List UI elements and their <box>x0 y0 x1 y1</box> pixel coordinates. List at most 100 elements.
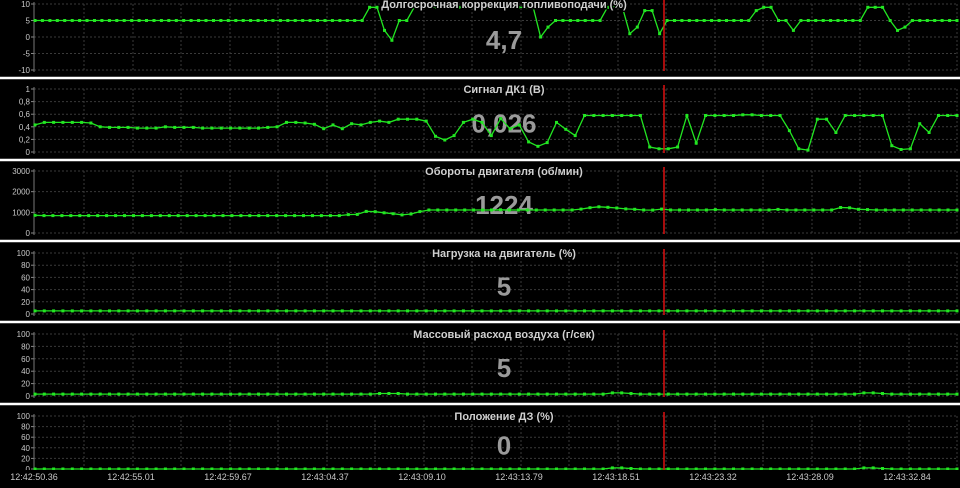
data-point <box>784 19 788 22</box>
data-point <box>182 19 186 22</box>
current-value-readout: 4,7 <box>486 25 522 55</box>
data-point <box>908 392 912 396</box>
data-point <box>42 392 46 396</box>
data-point <box>821 19 825 22</box>
data-point <box>499 208 502 212</box>
data-point <box>579 207 583 211</box>
data-point <box>507 208 511 212</box>
data-point <box>312 122 316 126</box>
data-point <box>266 214 270 218</box>
x-tick-label: 12:43:23.32 <box>689 472 737 482</box>
data-point <box>815 309 819 313</box>
data-point <box>740 208 744 212</box>
data-point <box>694 141 698 145</box>
data-point <box>858 19 862 22</box>
y-tick-label: 5 <box>26 17 31 26</box>
data-point <box>851 19 855 22</box>
data-point <box>85 19 89 22</box>
data-point <box>80 120 84 124</box>
data-point <box>839 206 843 209</box>
data-point <box>862 391 866 395</box>
data-point <box>812 208 816 212</box>
data-point <box>117 392 121 396</box>
data-point <box>918 392 922 396</box>
data-point <box>173 125 177 129</box>
data-point <box>61 120 65 124</box>
data-point <box>666 309 670 313</box>
data-point <box>257 126 260 130</box>
data-point <box>676 309 680 313</box>
data-point <box>130 19 134 22</box>
y-tick-label: 100 <box>17 249 31 258</box>
data-point <box>375 5 379 9</box>
data-point <box>80 392 84 396</box>
data-point <box>928 208 932 212</box>
data-point <box>87 214 91 218</box>
data-point <box>391 212 395 216</box>
data-point <box>508 127 512 131</box>
data-point <box>583 114 586 117</box>
data-point <box>149 214 153 218</box>
data-point <box>903 25 907 29</box>
data-point <box>406 117 409 121</box>
data-point <box>731 208 735 212</box>
data-point <box>685 114 689 117</box>
data-point <box>834 131 838 134</box>
data-point <box>294 392 298 396</box>
data-point <box>191 309 195 313</box>
y-tick-label: 100 <box>17 412 31 421</box>
data-point <box>694 309 698 313</box>
x-tick-label: 12:43:28.09 <box>786 472 834 482</box>
data-point <box>732 309 735 313</box>
data-point <box>937 208 941 212</box>
data-point <box>191 392 195 396</box>
data-point <box>825 117 829 121</box>
data-point <box>778 114 782 117</box>
data-point <box>919 208 923 212</box>
x-tick-label: 12:42:59.67 <box>204 472 252 482</box>
data-point <box>658 32 662 36</box>
data-point <box>33 392 37 396</box>
data-point <box>185 214 189 218</box>
data-point <box>302 214 305 218</box>
data-point <box>396 309 400 313</box>
data-point <box>695 19 699 22</box>
data-point <box>481 208 485 212</box>
data-point <box>555 309 558 313</box>
current-value-readout: 1224 <box>475 190 533 220</box>
data-point <box>946 392 950 396</box>
data-point <box>271 19 275 22</box>
data-point <box>42 309 46 313</box>
data-point <box>241 19 245 22</box>
data-point <box>278 19 282 22</box>
data-point <box>717 19 721 22</box>
data-point <box>135 126 139 130</box>
y-tick-label: 0 <box>26 392 31 401</box>
data-point <box>620 114 624 117</box>
data-point <box>322 127 326 131</box>
data-point <box>368 5 372 9</box>
data-point <box>424 309 428 313</box>
data-point <box>445 208 449 212</box>
y-tick-label: 40 <box>21 286 30 295</box>
data-point <box>98 392 102 396</box>
data-point <box>601 309 605 313</box>
data-point <box>899 148 903 151</box>
data-point <box>657 392 661 396</box>
data-point <box>158 214 162 218</box>
data-point <box>346 213 350 217</box>
data-point <box>70 309 74 313</box>
data-point <box>145 392 149 396</box>
data-point <box>561 19 565 22</box>
data-point <box>219 19 223 22</box>
data-point <box>331 309 335 313</box>
data-point <box>695 208 699 212</box>
data-point <box>592 392 596 396</box>
data-point <box>63 19 67 22</box>
data-point <box>601 114 605 117</box>
data-point <box>576 19 580 22</box>
data-point <box>666 392 670 396</box>
data-point <box>42 120 46 124</box>
data-point <box>955 309 959 313</box>
data-point <box>657 147 661 151</box>
